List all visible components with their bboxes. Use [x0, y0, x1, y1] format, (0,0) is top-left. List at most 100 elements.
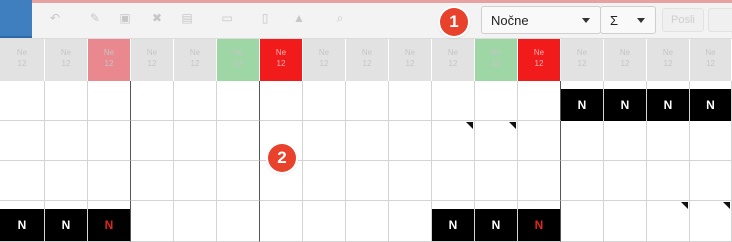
schedule-cell[interactable] [260, 81, 303, 121]
schedule-cell[interactable] [131, 161, 174, 201]
shift-marker: N [647, 89, 689, 121]
schedule-cell[interactable] [389, 81, 432, 121]
copy-icon[interactable]: ▣ [118, 12, 132, 24]
schedule-cell[interactable] [690, 121, 732, 161]
day-header-cell[interactable]: Ne 12 [88, 39, 131, 81]
schedule-cell[interactable] [174, 121, 217, 161]
schedule-cell[interactable] [131, 201, 174, 242]
schedule-cell[interactable] [432, 81, 475, 121]
schedule-cell[interactable] [131, 81, 174, 121]
day-header-cell[interactable]: Ne 12 [690, 39, 732, 81]
schedule-cell[interactable] [303, 81, 346, 121]
day-header-cell[interactable]: Ne 12 [174, 39, 217, 81]
schedule-cell[interactable] [45, 121, 88, 161]
schedule-cell[interactable] [475, 161, 518, 201]
schedule-cell[interactable] [346, 121, 389, 161]
schedule-cell[interactable] [45, 81, 88, 121]
schedule-cell[interactable] [174, 81, 217, 121]
schedule-cell[interactable] [647, 201, 690, 242]
schedule-cell[interactable] [518, 81, 561, 121]
schedule-cell[interactable] [690, 161, 732, 201]
schedule-cell[interactable] [346, 201, 389, 242]
schedule-cell[interactable] [475, 121, 518, 161]
day-header-cell[interactable]: Ne 12 [432, 39, 475, 81]
schedule-cell[interactable] [604, 121, 647, 161]
schedule-cell[interactable] [604, 161, 647, 201]
schedule-cell[interactable]: N [432, 201, 475, 242]
schedule-cell[interactable] [0, 161, 45, 201]
schedule-cell[interactable]: N [604, 81, 647, 121]
schedule-cell[interactable]: N [475, 201, 518, 242]
day-header-cell[interactable]: Ne 12 [604, 39, 647, 81]
day-abbr: Ne [576, 48, 588, 57]
sum-select[interactable]: Σ [600, 6, 656, 34]
schedule-cell[interactable] [303, 121, 346, 161]
day-header-cell[interactable]: Ne 12 [561, 39, 604, 81]
schedule-cell[interactable] [174, 161, 217, 201]
schedule-cell[interactable] [690, 201, 732, 242]
schedule-cell[interactable] [88, 81, 131, 121]
schedule-cell[interactable] [604, 201, 647, 242]
send-button[interactable]: Posli [662, 8, 704, 32]
schedule-cell[interactable] [174, 201, 217, 242]
schedule-cell[interactable] [217, 161, 260, 201]
document2-icon[interactable]: ▯ [258, 12, 272, 24]
schedule-cell[interactable] [0, 81, 45, 121]
day-header-cell[interactable]: Ne 12 [217, 39, 260, 81]
search-icon[interactable]: ⌕ [333, 12, 347, 24]
day-header-cell[interactable]: Ne 12 [303, 39, 346, 81]
schedule-cell[interactable] [561, 201, 604, 242]
day-header-cell[interactable]: Ne 12 [475, 39, 518, 81]
schedule-cell[interactable] [518, 121, 561, 161]
print-icon[interactable]: ▤ [180, 12, 194, 24]
schedule-cell[interactable] [303, 161, 346, 201]
day-header-cell[interactable]: Ne 12 [518, 39, 561, 81]
schedule-cell[interactable] [647, 161, 690, 201]
schedule-cell[interactable]: N [0, 201, 45, 242]
schedule-cell[interactable]: N [647, 81, 690, 121]
schedule-cell[interactable] [475, 81, 518, 121]
schedule-cell[interactable]: N [518, 201, 561, 242]
schedule-cell[interactable] [217, 121, 260, 161]
day-header-cell[interactable]: Ne 12 [389, 39, 432, 81]
schedule-cell[interactable]: N [561, 81, 604, 121]
schedule-cell[interactable]: N [45, 201, 88, 242]
day-header-cell[interactable]: Ne 12 [45, 39, 88, 81]
schedule-cell[interactable] [346, 161, 389, 201]
schedule-cell[interactable] [45, 161, 88, 201]
schedule-cell[interactable] [647, 121, 690, 161]
delete-icon[interactable]: ✖ [150, 12, 164, 24]
schedule-cell[interactable] [260, 201, 303, 242]
day-header-cell[interactable]: Ne 12 [346, 39, 389, 81]
schedule-cell[interactable]: N [690, 81, 732, 121]
warning-icon[interactable]: ▲ [292, 12, 306, 24]
schedule-cell[interactable] [518, 161, 561, 201]
schedule-cell[interactable] [389, 121, 432, 161]
undo-icon[interactable]: ↶ [48, 12, 62, 24]
day-header-cell[interactable]: Ne 12 [131, 39, 174, 81]
schedule-cell[interactable] [389, 161, 432, 201]
schedule-cell[interactable] [432, 161, 475, 201]
day-header-cell[interactable]: Ne 12 [647, 39, 690, 81]
shift-select[interactable]: Nočne [481, 6, 601, 34]
schedule-cell[interactable] [0, 121, 45, 161]
schedule-cell[interactable]: N [88, 201, 131, 242]
schedule-cell[interactable] [303, 201, 346, 242]
shift-marker: N [475, 209, 517, 241]
day-header-cell[interactable]: Ne 12 [260, 39, 303, 81]
schedule-cell[interactable] [88, 161, 131, 201]
document-icon[interactable]: ▭ [220, 12, 234, 24]
schedule-cell[interactable] [389, 201, 432, 242]
schedule-cell[interactable] [217, 81, 260, 121]
schedule-cell[interactable] [88, 121, 131, 161]
schedule-cell[interactable] [432, 121, 475, 161]
schedule-cell[interactable] [561, 121, 604, 161]
home-button[interactable] [0, 0, 32, 36]
day-header-cell[interactable]: Ne 12 [0, 39, 45, 81]
schedule-cell[interactable] [561, 161, 604, 201]
schedule-cell[interactable] [131, 121, 174, 161]
more-button[interactable] [708, 8, 732, 32]
edit-icon[interactable]: ✎ [88, 12, 102, 24]
schedule-cell[interactable] [346, 81, 389, 121]
schedule-cell[interactable] [217, 201, 260, 242]
